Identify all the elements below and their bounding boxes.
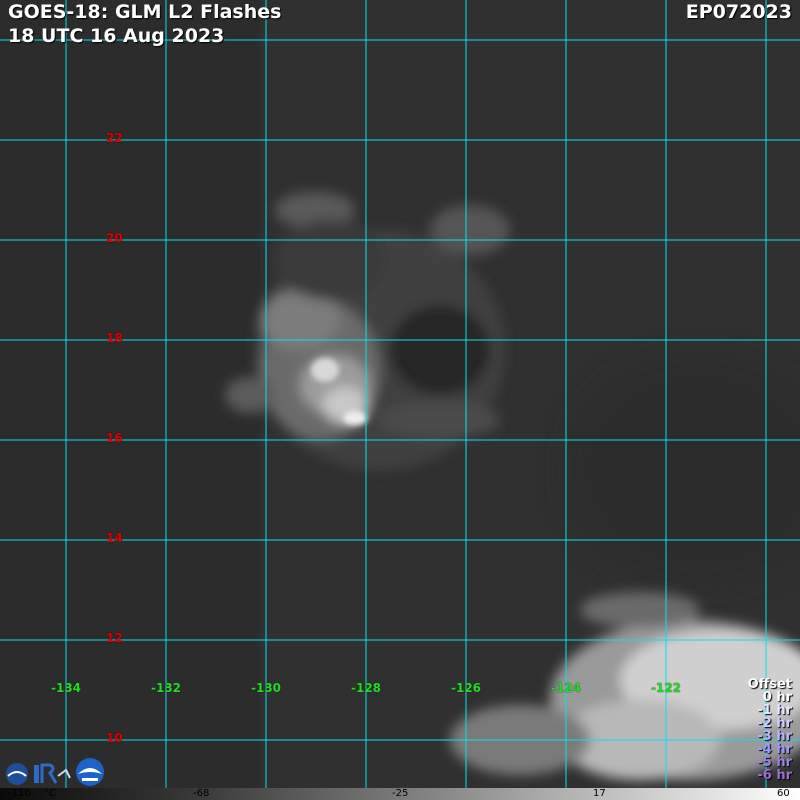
- storm-id: EP072023: [685, 1, 792, 23]
- lon-label: -126: [450, 681, 482, 695]
- satellite-image: [0, 0, 800, 788]
- agency-logos: [6, 758, 104, 786]
- legend-item: -6 hr: [757, 768, 792, 783]
- lon-label: -134: [50, 681, 82, 695]
- lon-label: -130: [250, 681, 282, 695]
- lat-label: 20: [106, 231, 123, 245]
- lon-label: -124: [550, 681, 582, 695]
- colorbar-tick: -25: [392, 788, 409, 799]
- temperature-colorbar: -110 °C -68 -25 17 60: [0, 788, 800, 800]
- lat-label: 16: [106, 431, 123, 445]
- lat-label: 22: [106, 131, 123, 145]
- lat-label: 12: [106, 631, 123, 645]
- lat-label: 14: [106, 531, 123, 545]
- colorbar-tick: 17: [593, 788, 606, 799]
- lat-label: 18: [106, 331, 123, 345]
- timestamp: 18 UTC 16 Aug 2023: [8, 25, 225, 47]
- colorbar-unit: °C: [44, 788, 56, 799]
- lat-label: 10: [106, 731, 123, 745]
- lon-label: -122: [650, 681, 682, 695]
- lon-label: -128: [350, 681, 382, 695]
- offset-legend: Offset 0 hr -1 hr -2 hr -3 hr -4 hr -5 h…: [748, 678, 792, 782]
- lon-label: -132: [150, 681, 182, 695]
- colorbar-tick: 60: [777, 788, 790, 799]
- product-title: GOES-18: GLM L2 Flashes: [8, 1, 282, 23]
- colorbar-tick: -110: [8, 788, 31, 799]
- cira-logo-icon: [34, 765, 39, 783]
- satellite-map: GOES-18: GLM L2 Flashes 18 UTC 16 Aug 20…: [0, 0, 800, 800]
- colorbar-tick: -68: [193, 788, 210, 799]
